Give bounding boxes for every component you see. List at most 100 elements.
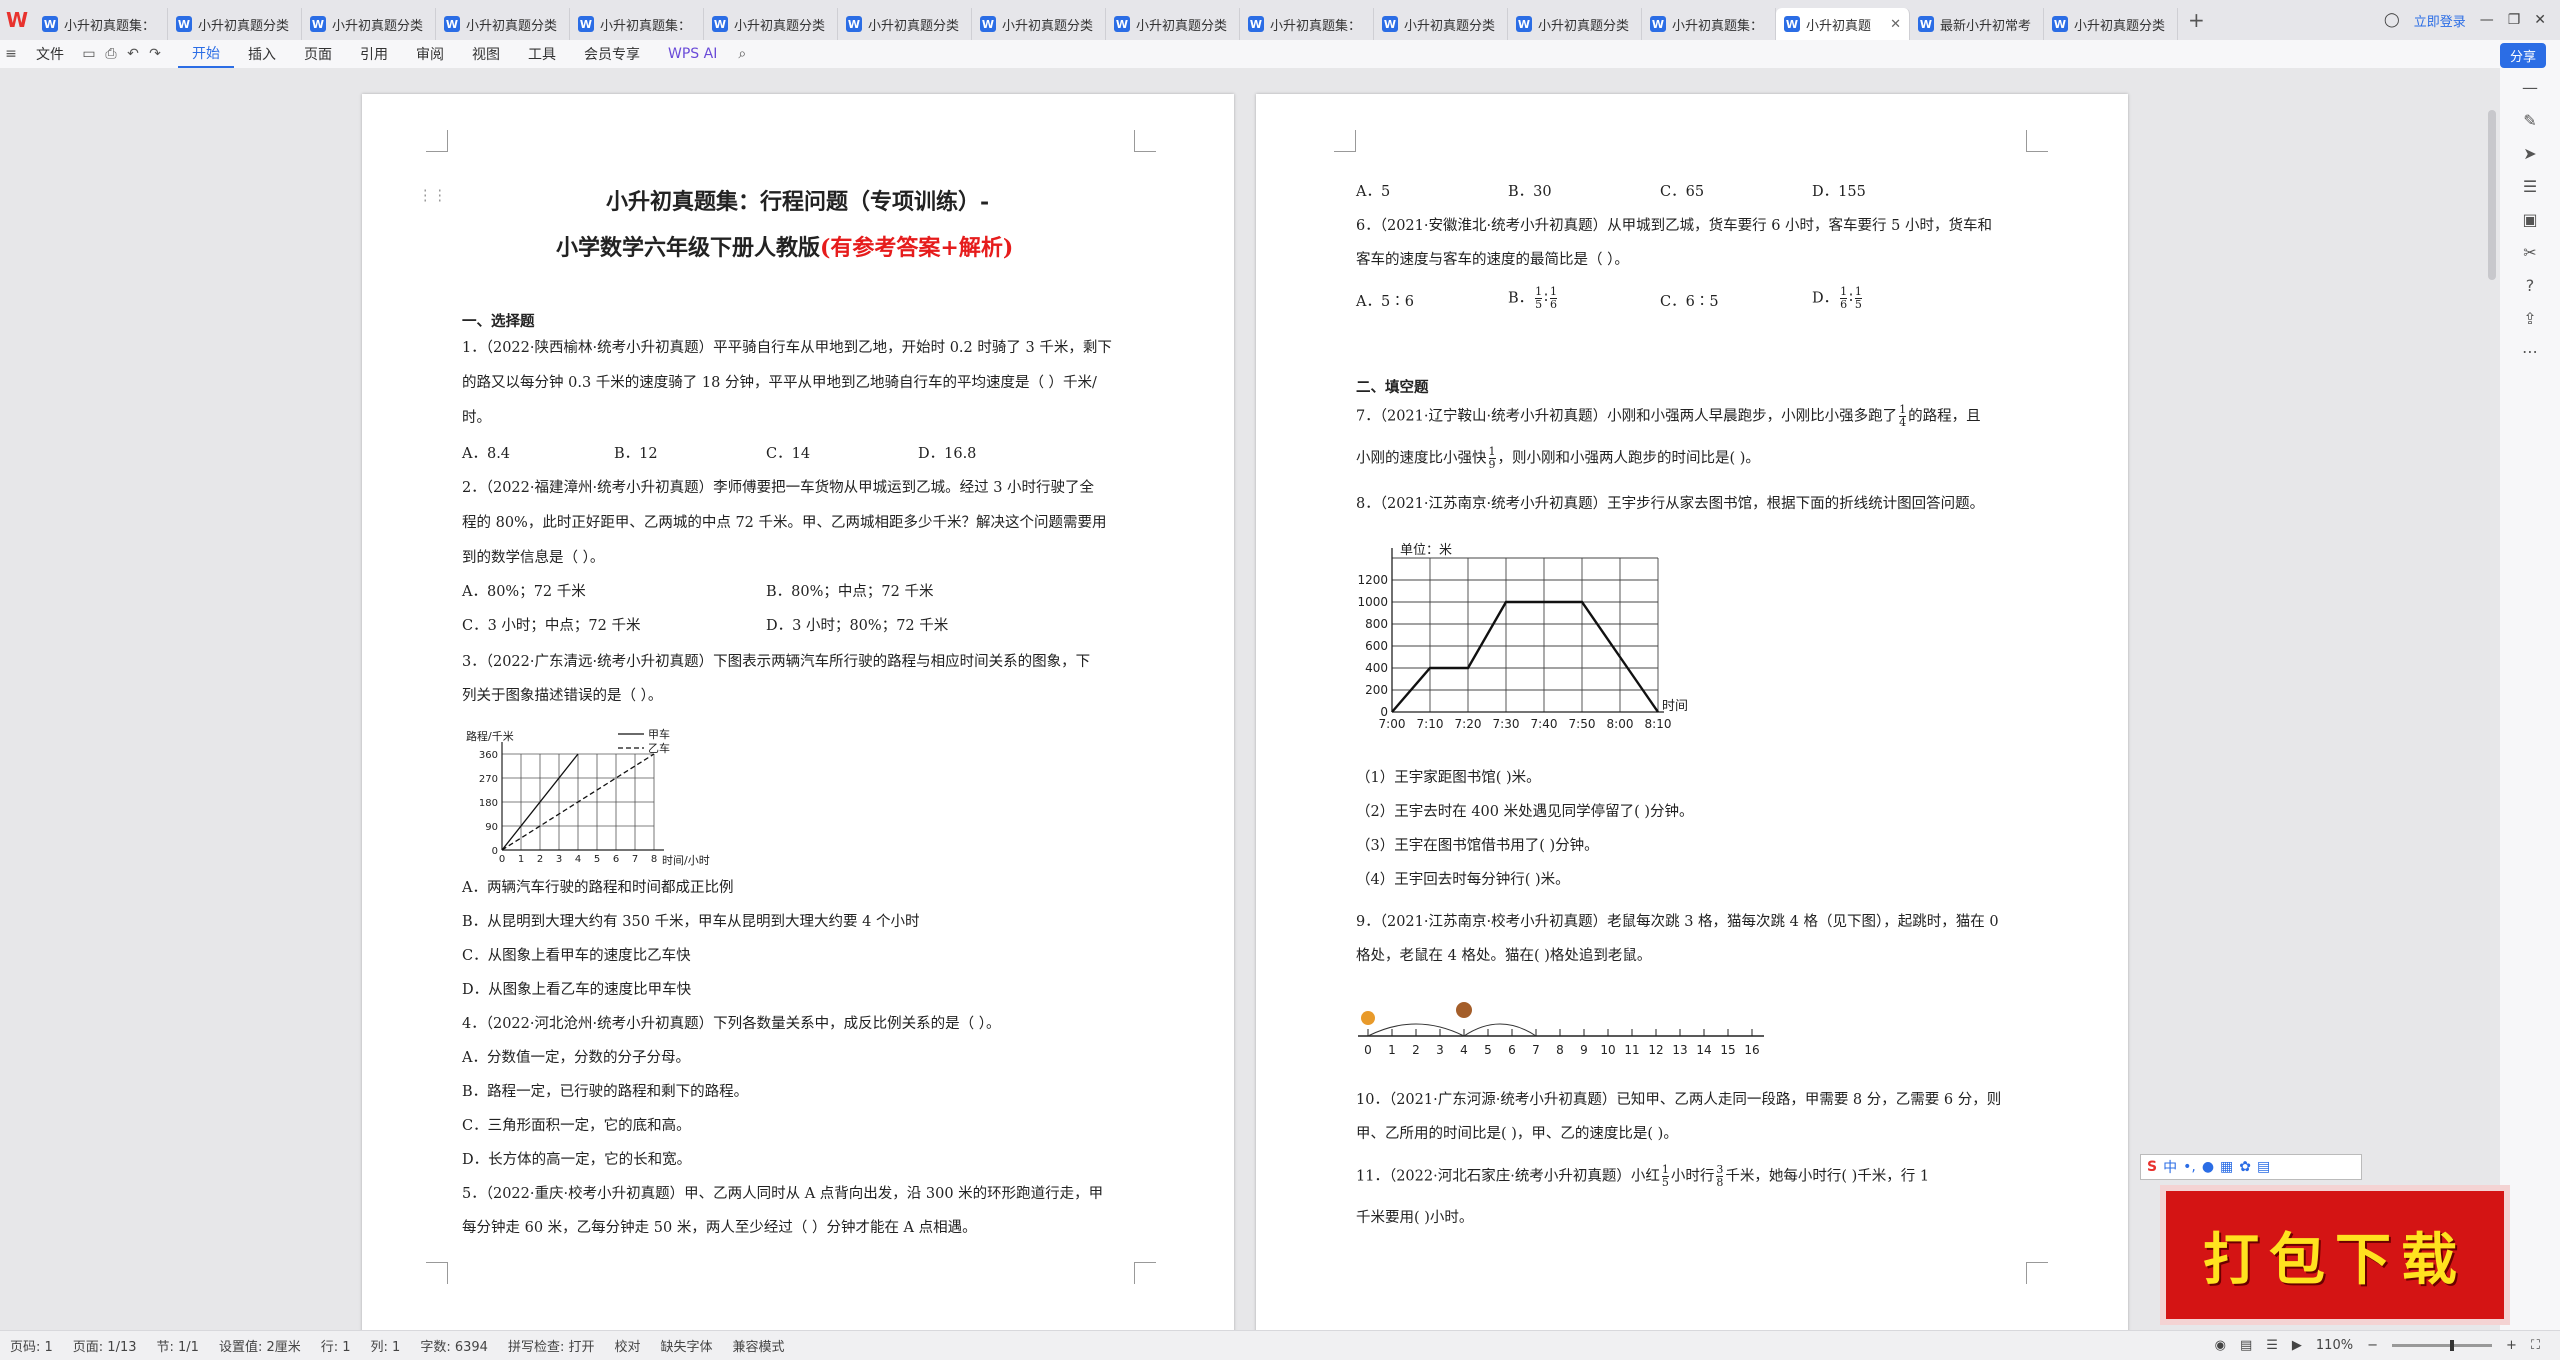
play-icon[interactable]: ▶ <box>2292 1338 2302 1353</box>
zoom-level[interactable]: 110% <box>2316 1338 2353 1353</box>
ribbon-tab[interactable]: 会员专享 <box>570 40 654 68</box>
document-canvas[interactable]: ⋮⋮ 小升初真题集：行程问题（专项训练）- 小学数学六年级下册人教版(有参考答案… <box>0 68 2500 1330</box>
minimize-panel-icon[interactable]: — <box>2522 78 2538 97</box>
page-view-icon[interactable]: ▤ <box>2240 1338 2252 1353</box>
zoom-slider[interactable] <box>2391 1340 2492 1351</box>
wps-ai-button[interactable]: WPS AI <box>654 40 731 68</box>
sub-question: （1）王宇家距图书馆( )米。 <box>1356 770 1541 786</box>
status-item[interactable]: 设置值: 2厘米 <box>209 1336 311 1355</box>
ribbon-tab[interactable]: 开始 <box>178 40 234 68</box>
help-icon[interactable]: ? <box>2526 276 2535 295</box>
status-item[interactable]: 列: 1 <box>361 1336 411 1355</box>
crop-mark <box>426 130 448 152</box>
close-icon[interactable]: ✕ <box>2534 12 2546 28</box>
zoom-in-icon[interactable]: + <box>2506 1338 2517 1353</box>
y-tick-label: 600 <box>1365 639 1388 653</box>
status-item[interactable]: 节: 1/1 <box>147 1336 209 1355</box>
status-item[interactable]: 校对 <box>604 1336 650 1355</box>
close-tab-icon[interactable]: ✕ <box>1890 17 1901 32</box>
y-tick-label: 180 <box>479 798 498 809</box>
x-tick-label: 7:50 <box>1569 717 1596 731</box>
document-tab[interactable]: W 小升初真题分类 <box>2044 8 2178 40</box>
number-line-label: 7 <box>1532 1043 1540 1057</box>
avatar[interactable]: ◯ <box>2384 12 2400 28</box>
document-tab[interactable]: W 小升初真题分类 <box>838 8 972 40</box>
share-panel-icon[interactable]: ⇪ <box>2523 309 2536 328</box>
tools-icon[interactable]: ✂ <box>2523 243 2536 262</box>
cursor-icon[interactable]: ➤ <box>2523 144 2536 163</box>
page-1[interactable]: ⋮⋮ 小升初真题集：行程问题（专项训练）- 小学数学六年级下册人教版(有参考答案… <box>362 94 1234 1330</box>
document-tab[interactable]: W 小升初真题分类 <box>1374 8 1508 40</box>
document-tab[interactable]: W 小升初真题分类 <box>704 8 838 40</box>
question-line: 每分钟走 60 米，乙每分钟走 50 米，两人至少经过（ ）分钟才能在 A 点相… <box>462 1220 977 1236</box>
ribbon-tab[interactable]: 页面 <box>290 40 346 68</box>
status-item[interactable]: 字数: 6394 <box>410 1336 498 1355</box>
minimize-icon[interactable]: — <box>2480 12 2494 28</box>
number-line-label: 2 <box>1412 1043 1420 1057</box>
document-tab[interactable]: W 最新小升初常考 <box>1910 8 2044 40</box>
redo-icon[interactable]: ↷ <box>144 46 166 62</box>
status-item[interactable]: 页面: 1/13 <box>63 1336 147 1355</box>
x-tick-label: 4 <box>575 854 581 865</box>
question-line: 1．（2022·陕西榆林·统考小升初真题）平平骑自行车从甲地到乙地，开始时 0.… <box>462 340 1112 356</box>
skin-icon[interactable]: ✿ <box>2239 1159 2251 1175</box>
menu-icon[interactable]: ≡ <box>0 46 22 62</box>
status-item[interactable]: 兼容模式 <box>723 1336 795 1355</box>
download-banner[interactable]: 打包下载 <box>2160 1185 2510 1325</box>
status-item[interactable]: 缺失字体 <box>650 1336 722 1355</box>
vertical-scrollbar[interactable] <box>2488 110 2496 280</box>
ime-language-label[interactable]: 中 <box>2163 1157 2177 1177</box>
drag-handle-icon[interactable]: ⋮⋮ <box>418 186 447 206</box>
image-icon[interactable]: ▣ <box>2522 210 2537 229</box>
zoom-slider-thumb[interactable] <box>2449 1340 2454 1351</box>
wps-logo-icon[interactable]: W <box>0 0 34 40</box>
login-link[interactable]: 立即登录 <box>2414 11 2466 30</box>
search-icon[interactable]: ⌕ <box>731 46 753 62</box>
document-tab[interactable]: W 小升初真题 ✕ <box>1776 8 1910 40</box>
document-tab[interactable]: W 小升初真题集： <box>1642 8 1776 40</box>
share-button[interactable]: 分享 <box>2499 43 2546 68</box>
ribbon-tab[interactable]: 视图 <box>458 40 514 68</box>
document-tab[interactable]: W 小升初真题集： <box>1240 8 1374 40</box>
document-tab[interactable]: W 小升初真题分类 <box>1508 8 1642 40</box>
keyboard-icon[interactable]: ▦ <box>2220 1159 2233 1175</box>
more-icon[interactable]: ⋯ <box>2522 342 2538 361</box>
undo-icon[interactable]: ↶ <box>122 46 144 62</box>
ime-toolbar[interactable]: S 中 •, ● ▦ ✿ ▤ <box>2140 1154 2362 1180</box>
writer-doc-icon: W <box>578 16 594 32</box>
print-icon[interactable]: ⎙ <box>100 46 122 62</box>
y-tick-label: 270 <box>479 774 498 785</box>
ribbon-tab[interactable]: 工具 <box>514 40 570 68</box>
number-line-label: 14 <box>1696 1043 1711 1057</box>
save-icon[interactable]: ▭ <box>78 46 100 62</box>
page-subtitle: 小学数学六年级下册人教版(有参考答案+解析) <box>556 230 1013 262</box>
restore-icon[interactable]: ❐ <box>2508 12 2521 28</box>
page-2[interactable]: A．5 B．30 C．65 D．155 6．（2021·安徽淮北·统考小升初真题… <box>1256 94 2128 1330</box>
zoom-out-icon[interactable]: − <box>2367 1338 2378 1353</box>
ribbon-tab[interactable]: 插入 <box>234 40 290 68</box>
file-menu[interactable]: 文件 <box>22 40 78 68</box>
document-tab[interactable]: W 小升初真题集： <box>34 8 168 40</box>
document-tab[interactable]: W 小升初真题集： <box>570 8 704 40</box>
eye-icon[interactable]: ◉ <box>2215 1338 2226 1353</box>
document-tab[interactable]: W 小升初真题分类 <box>972 8 1106 40</box>
mic-icon[interactable]: ● <box>2202 1159 2214 1175</box>
status-item[interactable]: 页码: 1 <box>0 1336 63 1355</box>
pen-icon[interactable]: ✎ <box>2523 111 2536 130</box>
adjust-icon[interactable]: ☰ <box>2523 177 2537 196</box>
punctuation-icon[interactable]: •, <box>2183 1159 2196 1175</box>
outline-view-icon[interactable]: ☰ <box>2266 1338 2278 1353</box>
x-tick-label: 3 <box>556 854 562 865</box>
new-tab-button[interactable]: + <box>2178 8 2215 32</box>
ribbon-tab[interactable]: 审阅 <box>402 40 458 68</box>
status-item[interactable]: 行: 1 <box>311 1336 361 1355</box>
document-tab[interactable]: W 小升初真题分类 <box>436 8 570 40</box>
status-item[interactable]: 拼写检查: 打开 <box>498 1336 605 1355</box>
document-tab[interactable]: W 小升初真题分类 <box>168 8 302 40</box>
toolbox-icon[interactable]: ▤ <box>2257 1159 2270 1175</box>
fullscreen-icon[interactable]: ⛶ <box>2531 1338 2540 1353</box>
option: B．80%；中点；72 千米 <box>766 584 934 600</box>
ribbon-tab[interactable]: 引用 <box>346 40 402 68</box>
document-tab[interactable]: W 小升初真题分类 <box>302 8 436 40</box>
document-tab[interactable]: W 小升初真题分类 <box>1106 8 1240 40</box>
